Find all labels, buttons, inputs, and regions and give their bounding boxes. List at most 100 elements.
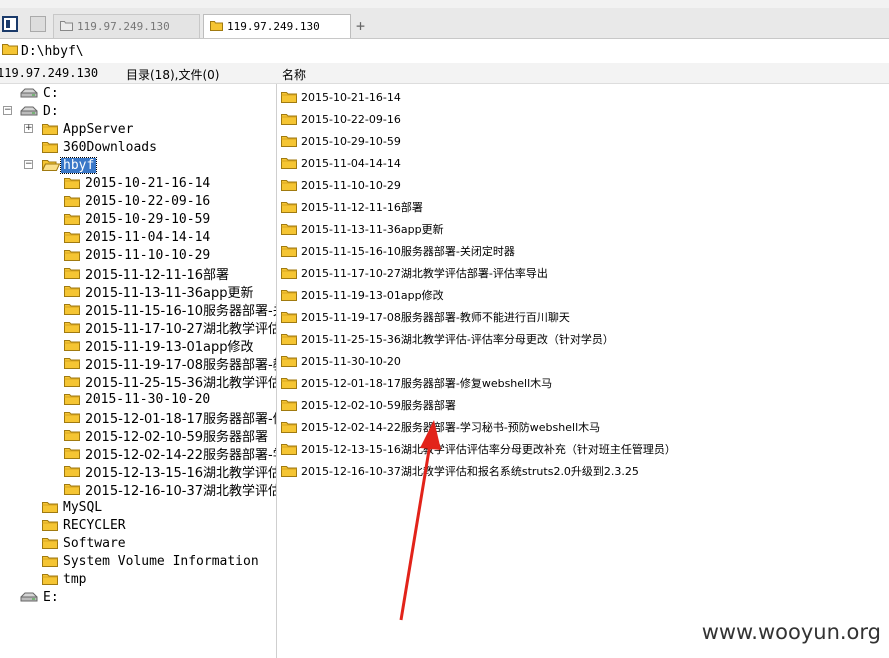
tree-folder-item[interactable]: 2015-11-30-10-20 bbox=[64, 390, 212, 408]
tree-folder-item[interactable]: 2015-11-17-10-27湖北教学评估部署-评估率导出 bbox=[64, 318, 276, 337]
list-item[interactable]: 2015-11-13-11-36app更新 bbox=[281, 218, 444, 240]
tree-item-label: MySQL bbox=[63, 499, 103, 515]
list-item-label: 2015-11-19-17-08服务器部署-教师不能进行百川聊天 bbox=[301, 311, 570, 324]
tree-drive-item[interactable]: D: bbox=[20, 102, 61, 120]
tree-folder-item[interactable]: 2015-12-13-15-16湖北教学评估评估率分母更改补充（针对班主任管理员… bbox=[64, 462, 276, 481]
list-item[interactable]: 2015-11-12-11-16部署 bbox=[281, 196, 423, 218]
folder-icon bbox=[281, 377, 297, 389]
tree-item-label: 2015-11-19-13-01app修改 bbox=[85, 339, 254, 355]
tree-folder-item[interactable]: 2015-12-02-14-22服务器部署-学习秘书-预防webshell木马 bbox=[64, 444, 276, 463]
tree-folder-item[interactable]: 2015-11-15-16-10服务器部署-关闭定时器 bbox=[64, 300, 276, 319]
dir-summary: 目录(18),文件(0) bbox=[126, 68, 220, 82]
list-item[interactable]: 2015-11-17-10-27湖北教学评估部署-评估率导出 bbox=[281, 262, 548, 284]
tree-folder-item[interactable]: 2015-12-01-18-17服务器部署-修复webshell木马 bbox=[64, 408, 276, 427]
list-item[interactable]: 2015-11-30-10-20 bbox=[281, 350, 401, 372]
tree-folder-item[interactable]: hbyf bbox=[42, 156, 98, 174]
tree-folder-item[interactable]: 2015-11-13-11-36app更新 bbox=[64, 282, 256, 301]
folder-icon bbox=[64, 339, 80, 351]
tree-item-label: RECYCLER bbox=[63, 517, 126, 533]
list-item[interactable]: 2015-12-02-14-22服务器部署-学习秘书-预防webshell木马 bbox=[281, 416, 600, 438]
tree-item-label: 360Downloads bbox=[63, 139, 157, 155]
collapse-icon[interactable]: − bbox=[24, 160, 33, 169]
tree-folder-item[interactable]: 360Downloads bbox=[42, 138, 159, 156]
list-item[interactable]: 2015-10-29-10-59 bbox=[281, 130, 401, 152]
tree-folder-item[interactable]: 2015-11-10-10-29 bbox=[64, 246, 212, 264]
list-item-label: 2015-10-21-16-14 bbox=[301, 90, 401, 104]
list-item[interactable]: 2015-11-25-15-36湖北教学评估-评估率分母更改（针对学员） bbox=[281, 328, 614, 350]
tree-folder-item[interactable]: Software bbox=[42, 534, 128, 552]
tree-folder-item[interactable]: 2015-10-29-10-59 bbox=[64, 210, 212, 228]
folder-icon bbox=[64, 393, 80, 405]
tree-folder-item[interactable]: 2015-12-16-10-37湖北教学评估和报名系统struts2.0升级到2… bbox=[64, 480, 276, 499]
folder-icon bbox=[281, 443, 297, 455]
tree-folder-item[interactable]: 2015-11-19-17-08服务器部署-教师不能进行百川聊天 bbox=[64, 354, 276, 373]
tree-folder-item[interactable]: MySQL bbox=[42, 498, 104, 516]
tree-folder-item[interactable]: System Volume Information bbox=[42, 552, 261, 570]
list-item[interactable]: 2015-12-01-18-17服务器部署-修复webshell木马 bbox=[281, 372, 552, 394]
list-item[interactable]: 2015-11-04-14-14 bbox=[281, 152, 401, 174]
column-header-name[interactable]: 名称 bbox=[282, 66, 306, 83]
tab-session-1[interactable]: 119.97.249.130 bbox=[53, 14, 200, 38]
tree-item-label: 2015-10-22-09-16 bbox=[85, 193, 211, 209]
tree-folder-item[interactable]: 2015-10-22-09-16 bbox=[64, 192, 212, 210]
tree-folder-item[interactable]: 2015-11-19-13-01app修改 bbox=[64, 336, 256, 355]
add-tab-button[interactable]: + bbox=[356, 17, 365, 35]
tree-folder-item[interactable]: tmp bbox=[42, 570, 88, 588]
tab-session-2[interactable]: 119.97.249.130 bbox=[203, 14, 351, 38]
list-item[interactable]: 2015-11-15-16-10服务器部署-关闭定时器 bbox=[281, 240, 515, 262]
list-item[interactable]: 2015-11-19-17-08服务器部署-教师不能进行百川聊天 bbox=[281, 306, 570, 328]
file-list[interactable]: 2015-10-21-16-14 2015-10-22-09-16 2015-10-… bbox=[277, 84, 889, 658]
current-path[interactable]: D:\hbyf\ bbox=[21, 44, 84, 59]
blank-tab-icon[interactable] bbox=[30, 16, 46, 32]
folder-tree[interactable]: C: D: − AppServer +360Downloads hbyf − 2015-10-… bbox=[0, 84, 277, 658]
collapse-icon[interactable]: − bbox=[3, 106, 12, 115]
folder-icon bbox=[64, 249, 80, 261]
tab-label: 119.97.249.130 bbox=[77, 20, 170, 33]
list-item[interactable]: 2015-12-16-10-37湖北教学评估和报名系统struts2.0升级到2… bbox=[281, 460, 639, 482]
tree-drive-item[interactable]: E: bbox=[20, 588, 61, 606]
title-strip bbox=[0, 0, 889, 8]
list-item[interactable]: 2015-12-13-15-16湖北教学评估评估率分母更改补充（针对班主任管理员… bbox=[281, 438, 676, 460]
list-item-label: 2015-12-13-15-16湖北教学评估评估率分母更改补充（针对班主任管理员… bbox=[301, 443, 676, 456]
host-label: 119.97.249.130 bbox=[0, 66, 99, 80]
tree-item-label: 2015-11-13-11-36app更新 bbox=[85, 285, 254, 301]
tree-item-label: 2015-11-30-10-20 bbox=[85, 391, 211, 407]
tree-item-label: 2015-11-25-15-36湖北教学评估-评估率分母更改（针对学员） bbox=[85, 375, 277, 391]
window-menu-icon[interactable] bbox=[2, 16, 18, 32]
tree-folder-item[interactable]: 2015-11-12-11-16部署 bbox=[64, 264, 231, 283]
tab-label: 119.97.249.130 bbox=[227, 20, 320, 33]
tree-folder-item[interactable]: 2015-11-04-14-14 bbox=[64, 228, 212, 246]
list-item[interactable]: 2015-11-19-13-01app修改 bbox=[281, 284, 444, 306]
path-bar[interactable]: D:\hbyf\ bbox=[0, 39, 889, 63]
list-item-label: 2015-11-10-10-29 bbox=[301, 178, 401, 192]
tree-drive-item[interactable]: C: bbox=[20, 84, 61, 102]
list-item[interactable]: 2015-10-21-16-14 bbox=[281, 86, 401, 108]
folder-icon bbox=[281, 157, 297, 169]
tree-item-label: tmp bbox=[63, 571, 87, 587]
list-item[interactable]: 2015-12-02-10-59服务器部署 bbox=[281, 394, 456, 416]
expand-icon[interactable]: + bbox=[24, 124, 33, 133]
tree-folder-item[interactable]: 2015-11-25-15-36湖北教学评估-评估率分母更改（针对学员） bbox=[64, 372, 277, 391]
list-item-label: 2015-11-19-13-01app修改 bbox=[301, 289, 444, 302]
tree-item-label: 2015-12-13-15-16湖北教学评估评估率分母更改补充（针对班主任管理员… bbox=[85, 465, 276, 481]
folder-icon bbox=[281, 355, 297, 367]
tree-folder-item[interactable]: AppServer bbox=[42, 120, 135, 138]
tree-folder-item[interactable]: 2015-10-21-16-14 bbox=[64, 174, 212, 192]
tree-folder-item[interactable]: 2015-12-02-10-59服务器部署 bbox=[64, 426, 270, 445]
list-item-label: 2015-11-13-11-36app更新 bbox=[301, 223, 444, 236]
list-item[interactable]: 2015-10-22-09-16 bbox=[281, 108, 401, 130]
folder-icon bbox=[64, 411, 80, 423]
folder-icon bbox=[281, 91, 297, 103]
folder-icon bbox=[64, 465, 80, 477]
folder-icon bbox=[64, 321, 80, 333]
tree-item-label: AppServer bbox=[63, 121, 134, 137]
info-bar: 119.97.249.130 目录(18),文件(0) 名称 bbox=[0, 63, 889, 84]
tree-item-label: 2015-11-04-14-14 bbox=[85, 229, 211, 245]
tree-item-label: System Volume Information bbox=[63, 553, 259, 569]
tree-item-label: 2015-12-02-10-59服务器部署 bbox=[85, 429, 269, 445]
folder-icon bbox=[42, 519, 58, 531]
tree-folder-item[interactable]: RECYCLER bbox=[42, 516, 128, 534]
list-item[interactable]: 2015-11-10-10-29 bbox=[281, 174, 401, 196]
tree-item-label: 2015-12-02-14-22服务器部署-学习秘书-预防webshell木马 bbox=[85, 447, 276, 463]
tree-item-label: 2015-11-15-16-10服务器部署-关闭定时器 bbox=[85, 303, 276, 319]
